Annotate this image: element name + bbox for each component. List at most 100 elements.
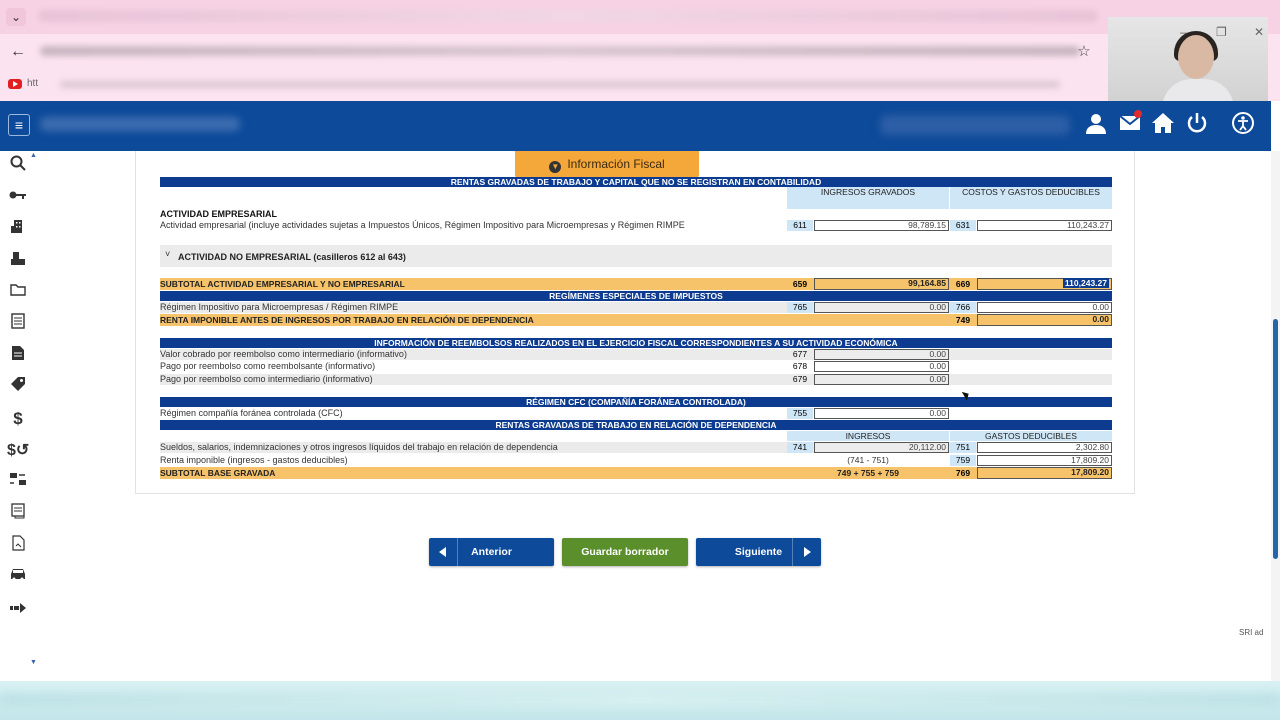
- header-regimenes-especiales: REGÍMENES ESPECIALES DE IMPUESTOS: [160, 291, 1112, 301]
- guardar-borrador-button[interactable]: Guardar borrador: [562, 538, 688, 566]
- code-759: 759: [950, 455, 976, 466]
- notification-dot: [1134, 110, 1142, 118]
- field-766[interactable]: 0.00: [977, 302, 1112, 313]
- home-icon[interactable]: [1149, 111, 1177, 139]
- webcam-overlay: – ❐ ✕: [1108, 17, 1268, 113]
- section-title: Información Fiscal: [567, 157, 665, 171]
- guardar-label: Guardar borrador: [581, 546, 669, 558]
- field-741[interactable]: 20,112.00: [814, 442, 949, 453]
- reembolso-1-label: Valor cobrado por reembolso como interme…: [160, 349, 407, 359]
- field-669-value: 110,243.27: [1062, 278, 1109, 288]
- section-info-fiscal-tab[interactable]: ▼ Información Fiscal: [515, 151, 699, 178]
- anterior-label: Anterior: [471, 546, 512, 558]
- hamburger-menu-icon[interactable]: ≡: [8, 114, 30, 136]
- code-631: 631: [950, 220, 976, 231]
- tab-blurred: [38, 10, 1098, 22]
- siguiente-button[interactable]: Siguiente: [696, 538, 821, 566]
- chevron-down-icon: ˅: [165, 249, 171, 259]
- formula-741-751: (741 - 751): [847, 455, 889, 465]
- sidebar-scroll-up-icon[interactable]: ▲: [30, 152, 37, 159]
- field-677[interactable]: 0.00: [814, 349, 949, 360]
- field-765[interactable]: 0.00: [814, 302, 949, 313]
- formula-base: 749 + 755 + 759: [837, 468, 899, 478]
- address-bar[interactable]: [40, 46, 1080, 56]
- actividad-empresarial-desc: Actividad empresarial (incluye actividad…: [160, 220, 685, 230]
- bookmark-star-icon[interactable]: ☆: [1074, 42, 1094, 62]
- sidebar-scroll-down-icon[interactable]: ▼: [30, 659, 37, 666]
- col-costos-gastos: COSTOS Y GASTOS DEDUCIBLES: [950, 187, 1112, 209]
- minimize-icon[interactable]: –: [1180, 25, 1187, 39]
- dollar-icon[interactable]: $: [7, 408, 29, 430]
- exchange-icon[interactable]: [7, 471, 29, 493]
- tag-icon[interactable]: [7, 376, 29, 398]
- sri-ad-label: SRI ad: [1239, 628, 1264, 637]
- subtotal-actividad-label: SUBTOTAL ACTIVIDAD EMPRESARIAL Y NO EMPR…: [160, 279, 405, 289]
- bookmarks-blurred: [60, 81, 1060, 88]
- sidebar: $ $↺: [0, 151, 36, 681]
- address-row: ← ☆: [0, 34, 1280, 70]
- chevron-right-icon: [804, 547, 811, 557]
- button-separator: [457, 538, 458, 566]
- bookmarks-bar: htt: [0, 70, 1280, 100]
- header-rentas-sin-contabilidad: RENTAS GRAVADAS DE TRABAJO Y CAPITAL QUE…: [160, 177, 1112, 187]
- youtube-icon[interactable]: [8, 79, 22, 89]
- browser-chrome: ⌄ ← ☆ htt: [0, 0, 1280, 101]
- reembolso-2-label: Pago por reembolso como reembolsante (in…: [160, 361, 376, 371]
- actividad-no-empresarial-toggle[interactable]: ˅ ACTIVIDAD NO EMPRESARIAL (casilleros 6…: [160, 245, 1112, 267]
- field-749: 0.00: [977, 314, 1112, 326]
- app-title-blurred: [40, 117, 240, 131]
- document-icon[interactable]: [7, 313, 29, 335]
- arrow-icon[interactable]: [7, 598, 29, 620]
- renta-imponible-label: RENTA IMPONIBLE ANTES DE INGRESOS POR TR…: [160, 315, 534, 325]
- rimpe-label: Régimen Impositivo para Microempresas / …: [160, 302, 399, 312]
- code-669: 669: [955, 279, 971, 289]
- field-659: 99,164.85: [814, 278, 949, 290]
- scrollbar-thumb[interactable]: [1273, 319, 1278, 559]
- code-749: 749: [955, 315, 971, 325]
- folder-icon[interactable]: [7, 281, 29, 303]
- page-scrollbar[interactable]: [1271, 151, 1280, 681]
- field-755[interactable]: 0.00: [814, 408, 949, 419]
- building-icon[interactable]: [7, 218, 29, 240]
- file-icon[interactable]: [7, 345, 29, 367]
- reembolso-3-row: Pago por reembolso como intermediario (i…: [160, 374, 1112, 385]
- siguiente-label: Siguiente: [734, 546, 783, 558]
- bookmark-label[interactable]: htt: [27, 78, 38, 89]
- page-icon[interactable]: [7, 535, 29, 557]
- power-icon[interactable]: [1183, 111, 1211, 139]
- anterior-button[interactable]: Anterior: [429, 538, 554, 566]
- button-separator: [792, 538, 793, 566]
- header-reembolsos: INFORMACIÓN DE REEMBOLSOS REALIZADOS EN …: [160, 338, 1112, 348]
- field-669: 110,243.27: [977, 278, 1112, 290]
- code-678: 678: [792, 361, 808, 371]
- cfc-row: Régimen compañía foránea controlada (CFC…: [160, 408, 1112, 419]
- chevron-down-icon: ▼: [549, 161, 562, 173]
- close-icon[interactable]: ✕: [1254, 25, 1264, 39]
- tab-strip: ⌄: [0, 0, 1280, 34]
- search-icon[interactable]: [7, 155, 29, 177]
- field-678[interactable]: 0.00: [814, 361, 949, 372]
- refund-icon[interactable]: $↺: [7, 440, 29, 462]
- tab-list-button[interactable]: ⌄: [6, 8, 26, 26]
- back-arrow-icon[interactable]: ←: [8, 42, 28, 62]
- code-755: 755: [787, 408, 813, 419]
- field-611[interactable]: 98,789.15: [814, 220, 949, 231]
- accessibility-icon[interactable]: [1229, 111, 1257, 139]
- list-icon[interactable]: [7, 503, 29, 525]
- reembolso-3-label: Pago por reembolso como intermediario (i…: [160, 374, 373, 384]
- car-icon[interactable]: [7, 566, 29, 588]
- machine-icon[interactable]: [7, 250, 29, 272]
- cfc-label: Régimen compañía foránea controlada (CFC…: [160, 408, 343, 418]
- user-icon[interactable]: [1082, 111, 1110, 139]
- code-679: 679: [792, 374, 808, 384]
- key-icon[interactable]: [7, 186, 29, 208]
- field-751[interactable]: 2,302.80: [977, 442, 1112, 453]
- user-name-blurred: [880, 115, 1070, 135]
- code-741: 741: [787, 442, 813, 453]
- reembolso-1-row: Valor cobrado por reembolso como interme…: [160, 349, 1112, 360]
- field-631[interactable]: 110,243.27: [977, 220, 1112, 231]
- field-679[interactable]: 0.00: [814, 374, 949, 385]
- code-751: 751: [950, 442, 976, 453]
- chevron-left-icon: [439, 547, 446, 557]
- maximize-icon[interactable]: ❐: [1216, 25, 1227, 39]
